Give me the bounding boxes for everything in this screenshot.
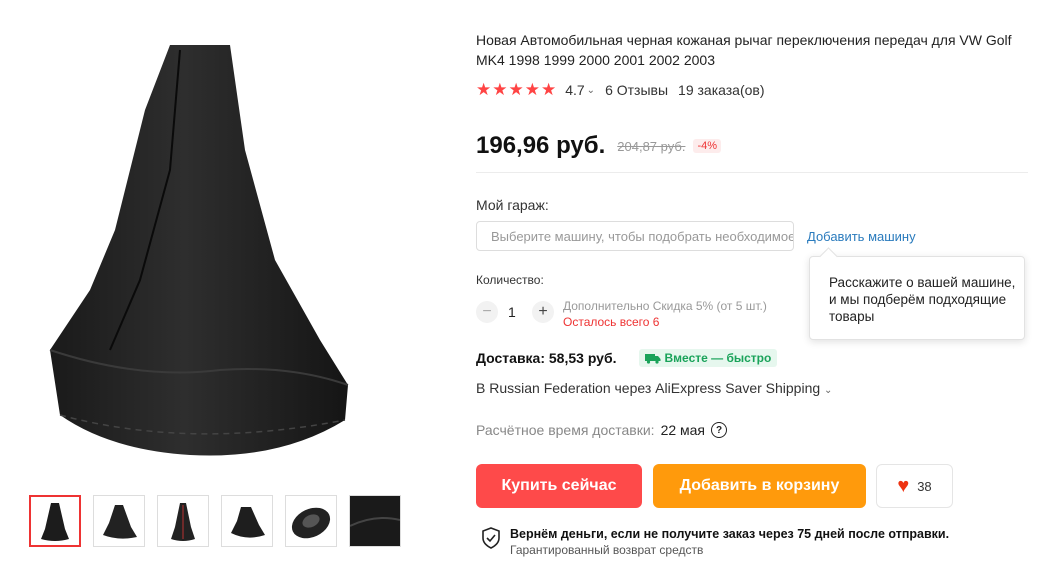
quantity-value[interactable]: 1 (508, 304, 516, 320)
rating-value[interactable]: 4.7 (565, 82, 584, 98)
divider (476, 172, 1028, 173)
fast-shipping-label: Вместе — быстро (664, 351, 772, 365)
chevron-down-icon[interactable]: ⌄ (587, 85, 595, 96)
shipping-method-text: В Russian Federation через AliExpress Sa… (476, 380, 821, 396)
eta-label: Расчётное время доставки: (476, 422, 655, 438)
add-to-cart-button[interactable]: Добавить в корзину (653, 464, 866, 508)
thumbnail[interactable] (29, 495, 81, 547)
old-price: 204,87 руб. (617, 138, 686, 154)
delivery-eta: Расчётное время доставки: 22 мая ? (476, 422, 728, 438)
thumbnail[interactable] (221, 495, 273, 547)
chevron-down-icon: ⌄ (824, 385, 833, 396)
buyer-protection: Вернём деньги, если не получите заказ че… (482, 527, 949, 557)
garage-label: Мой гараж: (476, 197, 549, 213)
current-price: 196,96 руб. (476, 132, 606, 159)
product-main-image[interactable] (20, 20, 440, 470)
question-circle-icon[interactable]: ? (711, 422, 728, 438)
fast-shipping-badge: Вместе — быстро (638, 349, 778, 367)
star-icon: ★★★★★ (476, 80, 558, 99)
thumbnail[interactable] (285, 495, 337, 547)
eta-date: 22 мая (660, 422, 706, 438)
shipping-row: Доставка: 58,53 руб. Вместе — быстро (476, 349, 778, 367)
thumbnail[interactable] (349, 495, 401, 547)
shield-check-icon (482, 527, 500, 549)
stock-left-text: Осталось всего 6 (563, 315, 660, 329)
shipping-price: Доставка: 58,53 руб. (476, 350, 617, 366)
car-select[interactable]: Выберите машину, чтобы подобрать необход… (476, 221, 794, 251)
add-car-link[interactable]: Добавить машину (807, 229, 916, 244)
product-title: Новая Автомобильная черная кожаная рычаг… (476, 32, 1012, 68)
thumbnail[interactable] (157, 495, 209, 547)
garage-tooltip: Расскажите о вашей машине, и мы подберём… (809, 256, 1025, 340)
truck-icon (644, 353, 661, 364)
quantity-label: Количество: (476, 273, 544, 287)
quantity-increase-button[interactable]: + (532, 301, 554, 323)
buy-now-button[interactable]: Купить сейчас (476, 464, 642, 508)
guarantee-sub: Гарантированный возврат средств (510, 543, 704, 557)
wishlist-button[interactable]: ♥ 38 (876, 464, 953, 508)
wishlist-count: 38 (917, 478, 932, 494)
rating-row: ★★★★★ 4.7 ⌄ 6 Отзывы 19 заказа(ов) (476, 80, 765, 100)
bulk-discount-text: Дополнительно Скидка 5% (от 5 шт.) (563, 299, 767, 313)
quantity-note: Дополнительно Скидка 5% (от 5 шт.) Остал… (563, 298, 767, 330)
reviews-link[interactable]: 6 Отзывы (605, 82, 668, 98)
quantity-decrease-button[interactable]: − (476, 301, 498, 323)
guarantee-main: Вернём деньги, если не получите заказ че… (510, 527, 950, 541)
price-row: 196,96 руб. 204,87 руб. -4% (476, 132, 721, 160)
thumbnail-strip (29, 495, 401, 547)
guarantee-text: Вернём деньги, если не получите заказ че… (510, 527, 949, 557)
discount-badge: -4% (693, 139, 721, 153)
shipping-method-select[interactable]: В Russian Federation через AliExpress Sa… (476, 380, 832, 396)
thumbnail[interactable] (93, 495, 145, 547)
heart-icon: ♥ (897, 475, 910, 497)
orders-count: 19 заказа(ов) (678, 82, 765, 98)
